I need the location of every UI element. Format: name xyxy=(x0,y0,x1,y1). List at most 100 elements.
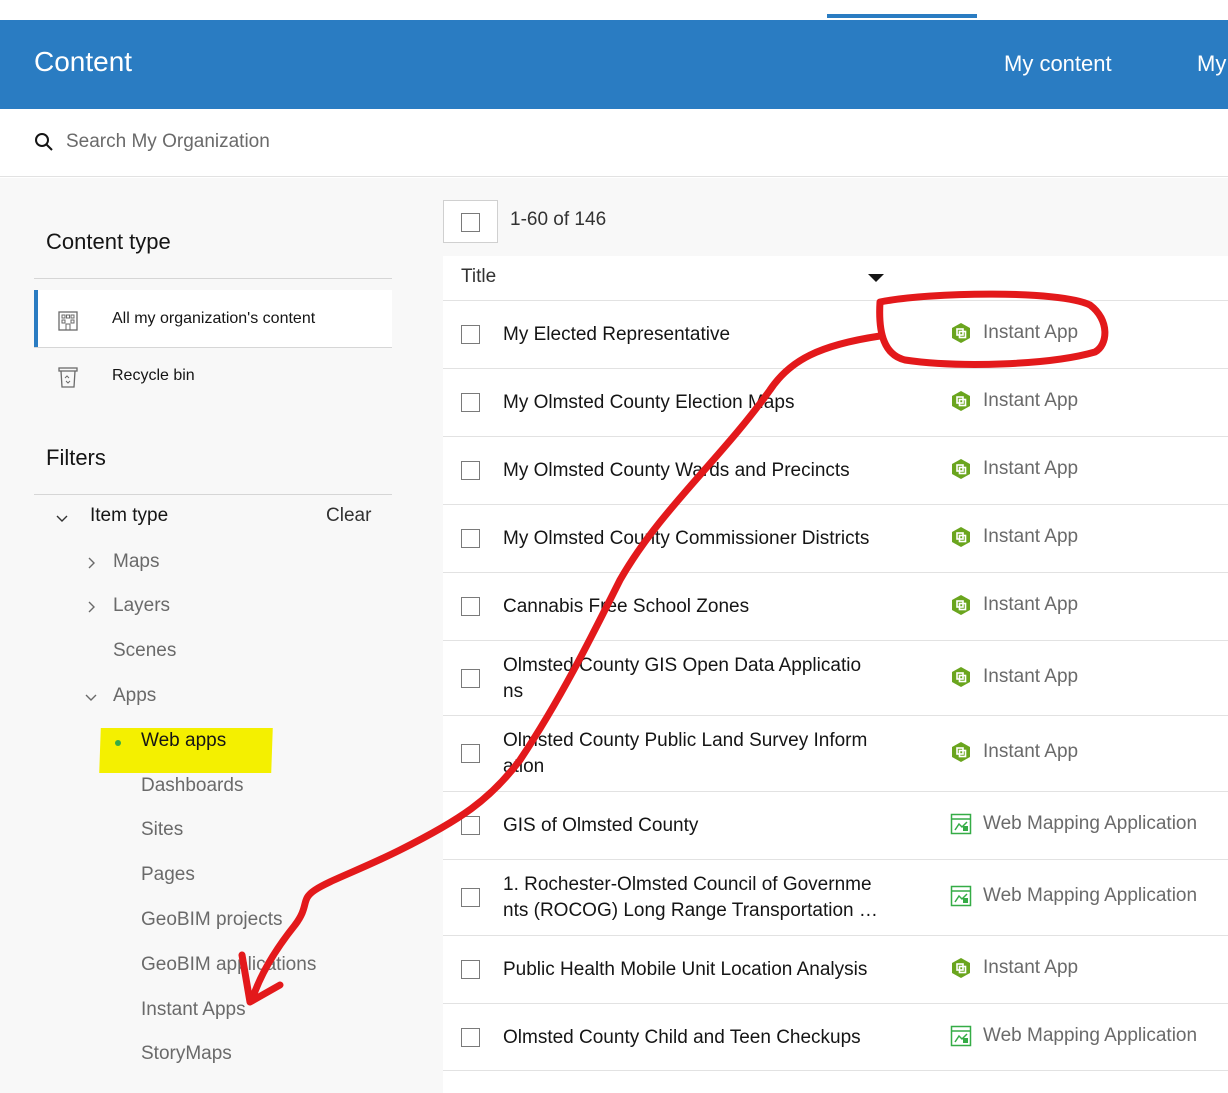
row-checkbox[interactable] xyxy=(461,960,480,979)
sort-down-icon[interactable] xyxy=(868,274,884,282)
table-row[interactable]: My Elected Representative Instant App xyxy=(443,301,1228,369)
selected-dot-icon xyxy=(115,740,121,746)
filter-scenes[interactable]: Scenes xyxy=(113,640,176,662)
filter-instant-apps[interactable]: Instant Apps xyxy=(141,999,246,1021)
filter-maps[interactable]: Maps xyxy=(113,551,159,573)
active-tab-indicator xyxy=(827,14,977,18)
item-title-link[interactable]: My Olmsted County Election Maps xyxy=(503,390,893,416)
item-type: Web Mapping Application xyxy=(950,885,1197,907)
chevron-down-icon[interactable] xyxy=(85,691,97,703)
column-header: Title xyxy=(443,256,1228,301)
row-checkbox[interactable] xyxy=(461,325,480,344)
filter-geobim-projects[interactable]: GeoBIM projects xyxy=(141,909,283,931)
item-title-link[interactable]: 1. Rochester-Olmsted Council of Governme… xyxy=(503,872,893,924)
nav-my-content[interactable]: My content xyxy=(1004,51,1112,77)
content-type-label: Recycle bin xyxy=(112,366,195,384)
item-type-label: Instant App xyxy=(983,458,1079,479)
filter-storymaps[interactable]: StoryMaps xyxy=(141,1043,232,1065)
chevron-right-icon[interactable] xyxy=(85,601,97,613)
content-type-recycle-bin[interactable]: Recycle bin xyxy=(34,347,392,404)
item-type-label: Instant App xyxy=(983,957,1079,978)
instant-app-icon xyxy=(950,666,972,688)
item-type-label: Instant App xyxy=(983,390,1079,411)
item-type: Instant App xyxy=(950,594,1078,616)
item-title-link[interactable]: Cannabis Free School Zones xyxy=(503,594,893,620)
instant-app-icon xyxy=(950,390,972,412)
search-bar xyxy=(0,109,1228,177)
item-type: Instant App xyxy=(950,666,1078,688)
row-checkbox[interactable] xyxy=(461,744,480,763)
row-checkbox[interactable] xyxy=(461,461,480,480)
search-input[interactable] xyxy=(66,127,466,157)
item-type: Instant App xyxy=(950,526,1078,548)
select-all-checkbox[interactable] xyxy=(461,213,480,232)
chevron-down-icon[interactable] xyxy=(56,512,68,524)
row-checkbox[interactable] xyxy=(461,1028,480,1047)
row-checkbox[interactable] xyxy=(461,597,480,616)
table-row[interactable]: Olmsted County Public Land Survey Inform… xyxy=(443,716,1228,792)
clear-button[interactable]: Clear xyxy=(326,505,371,527)
filter-layers[interactable]: Layers xyxy=(113,595,170,617)
divider xyxy=(34,278,392,279)
results-count: 1-60 of 146 xyxy=(510,209,607,230)
table-row[interactable]: Public Health Mobile Unit Location Analy… xyxy=(443,936,1228,1004)
item-title-link[interactable]: Public Health Mobile Unit Location Analy… xyxy=(503,957,893,983)
chevron-right-icon[interactable] xyxy=(85,557,97,569)
item-title-link[interactable]: GIS of Olmsted County xyxy=(503,813,893,839)
item-type: Web Mapping Application xyxy=(950,813,1197,835)
table-row[interactable]: Olmsted County GIS Open Data Applicatio … xyxy=(443,641,1228,716)
instant-app-icon xyxy=(950,957,972,979)
row-checkbox[interactable] xyxy=(461,529,480,548)
row-checkbox[interactable] xyxy=(461,888,480,907)
filter-web-apps[interactable]: Web apps xyxy=(141,730,226,752)
title-column-header[interactable]: Title xyxy=(461,266,496,288)
filters-heading: Filters xyxy=(46,445,106,470)
page-header: Content My content My xyxy=(0,20,1228,109)
content-type-heading: Content type xyxy=(46,229,171,254)
item-title-link[interactable]: Olmsted County GIS Open Data Applicatio … xyxy=(503,653,893,705)
search-icon xyxy=(35,133,53,151)
item-type-label[interactable]: Item type xyxy=(90,505,168,527)
item-title-link[interactable]: Olmsted County Child and Teen Checkups xyxy=(503,1025,893,1051)
filter-geobim-applications[interactable]: GeoBIM applications xyxy=(141,954,316,976)
item-type-label: Instant App xyxy=(983,594,1079,615)
row-checkbox[interactable] xyxy=(461,393,480,412)
table-row[interactable]: Olmsted County Child and Teen Checkups We… xyxy=(443,1004,1228,1071)
item-title-link[interactable]: My Elected Representative xyxy=(503,322,893,348)
nav-my-organization[interactable]: My xyxy=(1197,51,1226,77)
instant-app-icon xyxy=(950,741,972,763)
table-row[interactable]: Cannabis Free School Zones Instant App xyxy=(443,573,1228,641)
filter-dashboards[interactable]: Dashboards xyxy=(141,775,243,797)
table-row[interactable]: My Olmsted County Election Maps Instant A… xyxy=(443,369,1228,437)
web-mapping-app-icon xyxy=(950,1025,972,1047)
page-title: Content xyxy=(34,46,133,77)
item-type-label: Web Mapping Application xyxy=(983,813,1198,834)
instant-app-icon xyxy=(950,322,972,344)
item-title-link[interactable]: My Olmsted County Commissioner Districts xyxy=(503,526,893,552)
recycle-bin-icon xyxy=(58,367,78,388)
item-type: Instant App xyxy=(950,390,1078,412)
filter-sites[interactable]: Sites xyxy=(141,819,183,841)
item-title-link[interactable]: My Olmsted County Wards and Precincts xyxy=(503,458,893,484)
item-title-link[interactable]: Olmsted County Public Land Survey Inform… xyxy=(503,728,893,780)
table-row[interactable]: 1. Rochester-Olmsted Council of Governme… xyxy=(443,860,1228,936)
instant-app-icon xyxy=(950,594,972,616)
top-strip xyxy=(0,0,1228,20)
item-type-label: Instant App xyxy=(983,526,1079,547)
item-type-label: Instant App xyxy=(983,322,1079,343)
item-type: Instant App xyxy=(950,741,1078,763)
row-checkbox[interactable] xyxy=(461,669,480,688)
table-row[interactable]: My Olmsted County Wards and Precincts Ins… xyxy=(443,437,1228,505)
item-type: Instant App xyxy=(950,458,1078,480)
content-type-all-org[interactable]: All my organization's content xyxy=(34,290,392,347)
instant-app-icon xyxy=(950,526,972,548)
row-checkbox[interactable] xyxy=(461,816,480,835)
table-row[interactable]: GIS of Olmsted County Web Mapping Applica… xyxy=(443,792,1228,860)
filter-apps[interactable]: Apps xyxy=(113,685,156,707)
table-row[interactable]: My Olmsted County Commissioner Districts… xyxy=(443,505,1228,573)
instant-app-icon xyxy=(950,458,972,480)
item-type-label: Web Mapping Application xyxy=(983,1025,1198,1046)
filter-pages[interactable]: Pages xyxy=(141,864,195,886)
web-mapping-app-icon xyxy=(950,885,972,907)
divider xyxy=(34,494,392,495)
